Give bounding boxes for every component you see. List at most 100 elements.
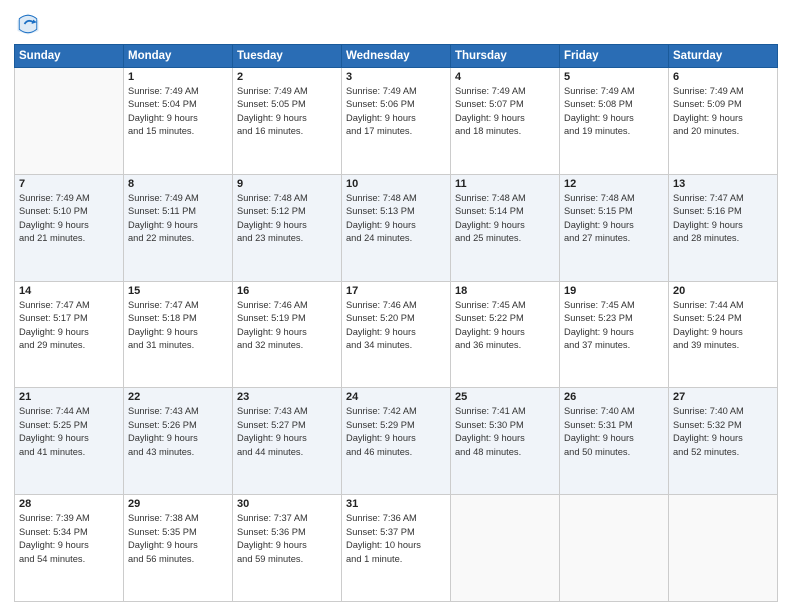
day-info: Sunrise: 7:37 AMSunset: 5:36 PMDaylight:… [237, 512, 337, 566]
day-info: Sunrise: 7:49 AMSunset: 5:10 PMDaylight:… [19, 192, 119, 246]
day-info: Sunrise: 7:45 AMSunset: 5:23 PMDaylight:… [564, 299, 664, 353]
calendar-cell: 23 Sunrise: 7:43 AMSunset: 5:27 PMDayligh… [233, 388, 342, 495]
day-number: 10 [346, 178, 446, 190]
day-number: 28 [19, 498, 119, 510]
calendar-cell: 3Sunrise: 7:49 AMSunset: 5:06 PMDaylight… [342, 68, 451, 175]
calendar-cell: 11 Sunrise: 7:48 AMSunset: 5:14 PMDayligh… [451, 174, 560, 281]
day-number: 20 [673, 285, 773, 297]
day-info: Sunrise: 7:40 AMSunset: 5:31 PMDaylight:… [564, 405, 664, 459]
day-info: Sunrise: 7:48 AMSunset: 5:12 PMDaylight:… [237, 192, 337, 246]
weekday-header-thursday: Thursday [451, 45, 560, 68]
day-number: 24 [346, 391, 446, 403]
day-number: 8 [128, 178, 228, 190]
calendar-cell: 19 Sunrise: 7:45 AMSunset: 5:23 PMDayligh… [560, 281, 669, 388]
day-info: Sunrise: 7:46 AMSunset: 5:20 PMDaylight:… [346, 299, 446, 353]
logo-icon [14, 10, 42, 38]
header [14, 10, 778, 38]
day-info: Sunrise: 7:48 AMSunset: 5:15 PMDaylight:… [564, 192, 664, 246]
calendar-cell: 28 Sunrise: 7:39 AMSunset: 5:34 PMDayligh… [15, 495, 124, 602]
day-number: 2 [237, 71, 337, 83]
calendar-cell: 30 Sunrise: 7:37 AMSunset: 5:36 PMDayligh… [233, 495, 342, 602]
day-number: 7 [19, 178, 119, 190]
weekday-row: SundayMondayTuesdayWednesdayThursdayFrid… [15, 45, 778, 68]
calendar-cell: 9Sunrise: 7:48 AMSunset: 5:12 PMDaylight… [233, 174, 342, 281]
weekday-header-wednesday: Wednesday [342, 45, 451, 68]
day-number: 5 [564, 71, 664, 83]
day-number: 13 [673, 178, 773, 190]
day-info: Sunrise: 7:48 AMSunset: 5:14 PMDaylight:… [455, 192, 555, 246]
day-number: 29 [128, 498, 228, 510]
day-number: 19 [564, 285, 664, 297]
calendar-cell: 22 Sunrise: 7:43 AMSunset: 5:26 PMDayligh… [124, 388, 233, 495]
day-number: 17 [346, 285, 446, 297]
calendar-cell [451, 495, 560, 602]
calendar-cell [560, 495, 669, 602]
calendar-cell: 31Sunrise: 7:36 AMSunset: 5:37 PMDayligh… [342, 495, 451, 602]
calendar-cell: 4 Sunrise: 7:49 AMSunset: 5:07 PMDaylight… [451, 68, 560, 175]
weekday-header-tuesday: Tuesday [233, 45, 342, 68]
day-info: Sunrise: 7:39 AMSunset: 5:34 PMDaylight:… [19, 512, 119, 566]
day-info: Sunrise: 7:46 AMSunset: 5:19 PMDaylight:… [237, 299, 337, 353]
day-info: Sunrise: 7:49 AMSunset: 5:04 PMDaylight:… [128, 85, 228, 139]
day-number: 12 [564, 178, 664, 190]
calendar-cell: 13 Sunrise: 7:47 AMSunset: 5:16 PMDayligh… [669, 174, 778, 281]
calendar-week-3: 21 Sunrise: 7:44 AMSunset: 5:25 PMDayligh… [15, 388, 778, 495]
day-number: 27 [673, 391, 773, 403]
weekday-header-monday: Monday [124, 45, 233, 68]
day-number: 26 [564, 391, 664, 403]
calendar-cell [669, 495, 778, 602]
calendar-cell: 12 Sunrise: 7:48 AMSunset: 5:15 PMDayligh… [560, 174, 669, 281]
day-number: 30 [237, 498, 337, 510]
day-info: Sunrise: 7:43 AMSunset: 5:27 PMDaylight:… [237, 405, 337, 459]
day-number: 16 [237, 285, 337, 297]
calendar-cell: 15 Sunrise: 7:47 AMSunset: 5:18 PMDayligh… [124, 281, 233, 388]
day-number: 4 [455, 71, 555, 83]
calendar-cell: 5 Sunrise: 7:49 AMSunset: 5:08 PMDaylight… [560, 68, 669, 175]
day-number: 31 [346, 498, 446, 510]
calendar-week-0: 1 Sunrise: 7:49 AMSunset: 5:04 PMDaylight… [15, 68, 778, 175]
day-info: Sunrise: 7:49 AMSunset: 5:07 PMDaylight:… [455, 85, 555, 139]
day-number: 14 [19, 285, 119, 297]
day-info: Sunrise: 7:45 AMSunset: 5:22 PMDaylight:… [455, 299, 555, 353]
day-info: Sunrise: 7:47 AMSunset: 5:16 PMDaylight:… [673, 192, 773, 246]
calendar-cell: 20 Sunrise: 7:44 AMSunset: 5:24 PMDayligh… [669, 281, 778, 388]
calendar-body: 1 Sunrise: 7:49 AMSunset: 5:04 PMDaylight… [15, 68, 778, 602]
day-info: Sunrise: 7:49 AMSunset: 5:11 PMDaylight:… [128, 192, 228, 246]
day-info: Sunrise: 7:42 AMSunset: 5:29 PMDaylight:… [346, 405, 446, 459]
page: SundayMondayTuesdayWednesdayThursdayFrid… [0, 0, 792, 612]
calendar-header: SundayMondayTuesdayWednesdayThursdayFrid… [15, 45, 778, 68]
calendar-cell: 17 Sunrise: 7:46 AMSunset: 5:20 PMDayligh… [342, 281, 451, 388]
calendar-cell: 21 Sunrise: 7:44 AMSunset: 5:25 PMDayligh… [15, 388, 124, 495]
calendar-cell: 18Sunrise: 7:45 AMSunset: 5:22 PMDayligh… [451, 281, 560, 388]
day-info: Sunrise: 7:44 AMSunset: 5:25 PMDaylight:… [19, 405, 119, 459]
day-number: 15 [128, 285, 228, 297]
calendar-cell [15, 68, 124, 175]
calendar-cell: 7 Sunrise: 7:49 AMSunset: 5:10 PMDaylight… [15, 174, 124, 281]
day-number: 23 [237, 391, 337, 403]
day-number: 6 [673, 71, 773, 83]
day-number: 11 [455, 178, 555, 190]
day-number: 1 [128, 71, 228, 83]
calendar-week-4: 28 Sunrise: 7:39 AMSunset: 5:34 PMDayligh… [15, 495, 778, 602]
day-info: Sunrise: 7:49 AMSunset: 5:05 PMDaylight:… [237, 85, 337, 139]
day-info: Sunrise: 7:38 AMSunset: 5:35 PMDaylight:… [128, 512, 228, 566]
day-info: Sunrise: 7:43 AMSunset: 5:26 PMDaylight:… [128, 405, 228, 459]
calendar-cell: 27Sunrise: 7:40 AMSunset: 5:32 PMDayligh… [669, 388, 778, 495]
day-info: Sunrise: 7:44 AMSunset: 5:24 PMDaylight:… [673, 299, 773, 353]
calendar-cell: 29 Sunrise: 7:38 AMSunset: 5:35 PMDayligh… [124, 495, 233, 602]
day-info: Sunrise: 7:49 AMSunset: 5:08 PMDaylight:… [564, 85, 664, 139]
weekday-header-sunday: Sunday [15, 45, 124, 68]
day-number: 22 [128, 391, 228, 403]
calendar-table: SundayMondayTuesdayWednesdayThursdayFrid… [14, 44, 778, 602]
day-number: 21 [19, 391, 119, 403]
calendar-cell: 8 Sunrise: 7:49 AMSunset: 5:11 PMDaylight… [124, 174, 233, 281]
calendar-cell: 14Sunrise: 7:47 AMSunset: 5:17 PMDayligh… [15, 281, 124, 388]
calendar-cell: 6Sunrise: 7:49 AMSunset: 5:09 PMDaylight… [669, 68, 778, 175]
day-info: Sunrise: 7:48 AMSunset: 5:13 PMDaylight:… [346, 192, 446, 246]
weekday-header-friday: Friday [560, 45, 669, 68]
day-info: Sunrise: 7:41 AMSunset: 5:30 PMDaylight:… [455, 405, 555, 459]
calendar-cell: 25Sunrise: 7:41 AMSunset: 5:30 PMDayligh… [451, 388, 560, 495]
day-info: Sunrise: 7:47 AMSunset: 5:18 PMDaylight:… [128, 299, 228, 353]
calendar-cell: 10 Sunrise: 7:48 AMSunset: 5:13 PMDayligh… [342, 174, 451, 281]
day-info: Sunrise: 7:49 AMSunset: 5:06 PMDaylight:… [346, 85, 446, 139]
